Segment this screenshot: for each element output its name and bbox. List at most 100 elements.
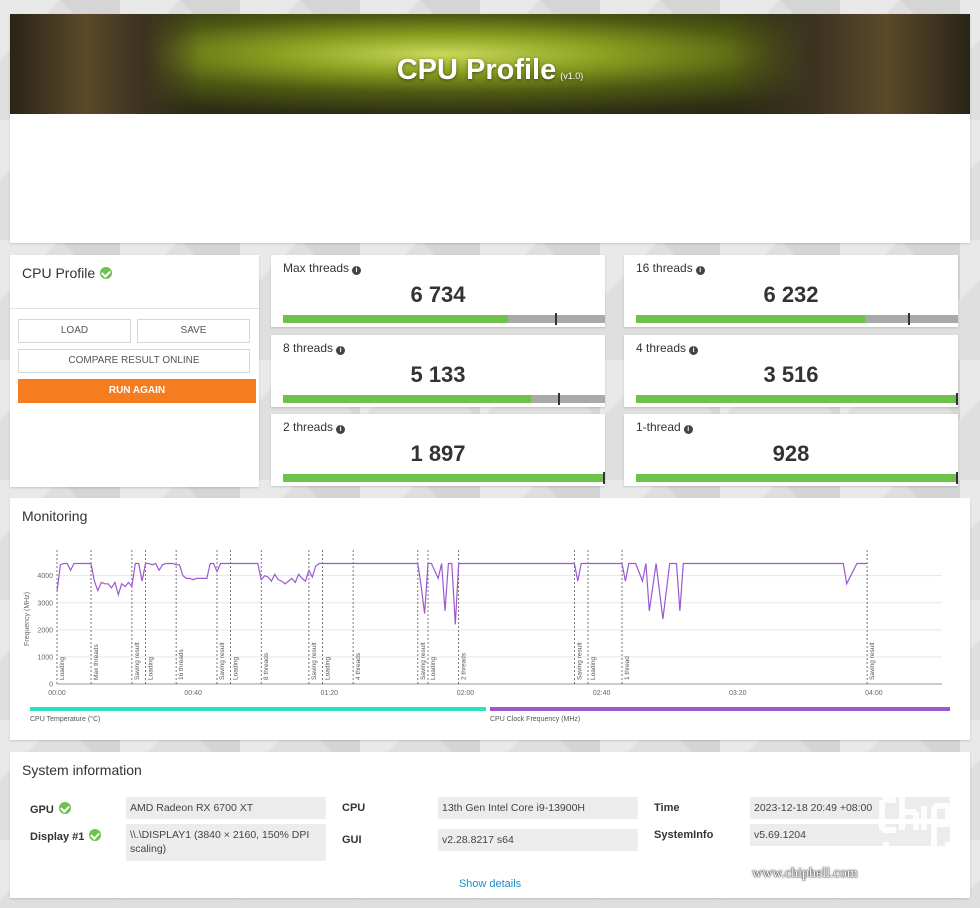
phase-marker-label: 4 threads [355, 652, 362, 680]
x-tick-label: 01:20 [321, 690, 339, 697]
phase-marker-label: 1 thread [624, 656, 631, 680]
watermark-text: www.chiphell.com [752, 866, 858, 881]
phase-marker-label: Saving result [576, 642, 583, 680]
systeminfo-label: SystemInfo [654, 829, 714, 841]
panel-title-text: CPU Profile [22, 265, 96, 281]
info-icon[interactable]: i [683, 425, 693, 434]
save-button[interactable]: SAVE [137, 319, 250, 343]
y-tick-label: 4000 [37, 573, 53, 580]
benchmark-panel: CPU Profile LOAD SAVE COMPARE RESULT ONL… [10, 255, 259, 487]
score-bar-fill [283, 315, 509, 323]
gui-value: v2.28.8217 s64 [438, 829, 638, 851]
score-card-8-threads: 8 threads i 5 133 [271, 335, 605, 407]
score-card-16-threads: 16 threads i 6 232 [624, 255, 958, 327]
score-label-text: 8 threads [283, 341, 334, 355]
legend-swatch-clock [490, 707, 950, 711]
page-title: CPU Profile (v1.0) [10, 54, 970, 87]
gpu-label: GPU [30, 802, 71, 816]
x-tick-label: 00:00 [48, 690, 66, 697]
score-value: 6 734 [410, 282, 466, 307]
legend-label-clock: CPU Clock Frequency (MHz) [490, 716, 580, 723]
score-value: 3 516 [763, 362, 819, 387]
score-label: 1-thread i [636, 420, 693, 434]
score-label-text: 4 threads [636, 341, 687, 355]
y-tick-label: 3000 [37, 600, 53, 607]
monitoring-title: Monitoring [22, 508, 88, 524]
phase-marker-label: Saving result [311, 642, 318, 680]
cpu-label: CPU [342, 802, 366, 814]
score-bar [636, 472, 958, 484]
score-label: 16 threads i [636, 261, 705, 275]
score-card-2-threads: 2 threads i 1 897 [271, 414, 605, 486]
phase-marker-label: 16 threads [178, 649, 185, 680]
phase-marker-label: Loading [59, 656, 66, 680]
phase-marker-label: Loading [590, 656, 597, 680]
hero-card: CPU Profile (v1.0) [10, 14, 970, 243]
system-information-title: System information [22, 762, 142, 778]
score-bar-fill [636, 395, 958, 403]
monitoring-chart: 0 1000 2000 3000 4000 Frequency (MHz) 00:00 00:… [24, 550, 950, 723]
compare-result-online-button[interactable]: COMPARE RESULT ONLINE [18, 349, 250, 373]
score-bar [636, 393, 958, 405]
series-line-cpu-clock [56, 562, 868, 625]
score-bar-fill [636, 474, 958, 482]
check-icon [100, 267, 113, 279]
info-icon[interactable]: i [695, 266, 705, 275]
y-axis-label: Frequency (MHz) [24, 592, 31, 646]
phase-marker-label: 8 threads [263, 652, 270, 680]
score-card-max-threads: Max threads i 6 734 [271, 255, 605, 327]
time-label: Time [654, 802, 680, 814]
info-icon[interactable]: i [352, 266, 362, 275]
score-bar [283, 313, 605, 325]
x-tick-label: 00:40 [184, 690, 202, 697]
monitoring-card: Monitoring 0 1000 2000 3000 4000 Frequency (M… [10, 498, 970, 740]
load-button[interactable]: LOAD [18, 319, 131, 343]
legend-label-temperature: CPU Temperature (°C) [30, 715, 100, 723]
display-label-text: Display #1 [30, 831, 85, 843]
score-label: 4 threads i [636, 341, 699, 355]
score-bar-marker [554, 313, 557, 325]
phase-marker-label: Max threads [93, 643, 100, 680]
panel-title: CPU Profile [22, 265, 113, 281]
score-label: 8 threads i [283, 341, 346, 355]
score-bar [283, 393, 605, 405]
phase-marker-label: Saving result [219, 642, 226, 680]
score-value: 5 133 [410, 362, 466, 387]
y-tick-label: 1000 [37, 654, 53, 661]
score-bar-marker [907, 313, 910, 325]
score-label: Max threads i [283, 261, 362, 275]
page-title-text: CPU Profile [396, 54, 557, 86]
info-icon[interactable]: i [689, 346, 699, 355]
gui-label: GUI [342, 834, 362, 846]
score-label-text: Max threads [283, 261, 350, 275]
hero-banner: CPU Profile (v1.0) [10, 14, 970, 114]
x-tick-label: 04:00 [865, 690, 883, 697]
score-bar-fill [283, 395, 531, 403]
score-bar-fill [636, 315, 865, 323]
divider [10, 308, 259, 309]
x-tick-label: 03:20 [729, 690, 747, 697]
info-icon[interactable]: i [336, 425, 346, 434]
legend-swatch-temperature [30, 707, 486, 711]
run-again-button[interactable]: RUN AGAIN [18, 379, 256, 403]
phase-marker-label: Loading [148, 656, 155, 680]
display-label: Display #1 [30, 829, 102, 843]
phase-marker-label: Saving result [420, 642, 427, 680]
score-bar [283, 472, 605, 484]
score-value: 928 [772, 441, 810, 466]
score-value: 6 232 [763, 282, 819, 307]
x-tick-label: 02:40 [593, 690, 611, 697]
check-icon [89, 829, 102, 841]
score-card-1-thread: 1-thread i 928 [624, 414, 958, 486]
score-bar [636, 313, 958, 325]
score-bar-marker [603, 472, 605, 484]
phase-marker-label: Loading [325, 656, 332, 680]
y-tick-label: 0 [49, 682, 53, 689]
cpu-value: 13th Gen Intel Core i9-13900H [438, 797, 638, 819]
phase-marker-label: Saving result [134, 642, 141, 680]
display-value: \\.\DISPLAY1 (3840 × 2160, 150% DPI scal… [126, 824, 326, 861]
chiphell-logo [879, 794, 951, 889]
info-icon[interactable]: i [336, 346, 346, 355]
score-label: 2 threads i [283, 420, 346, 434]
score-label-text: 2 threads [283, 420, 334, 434]
